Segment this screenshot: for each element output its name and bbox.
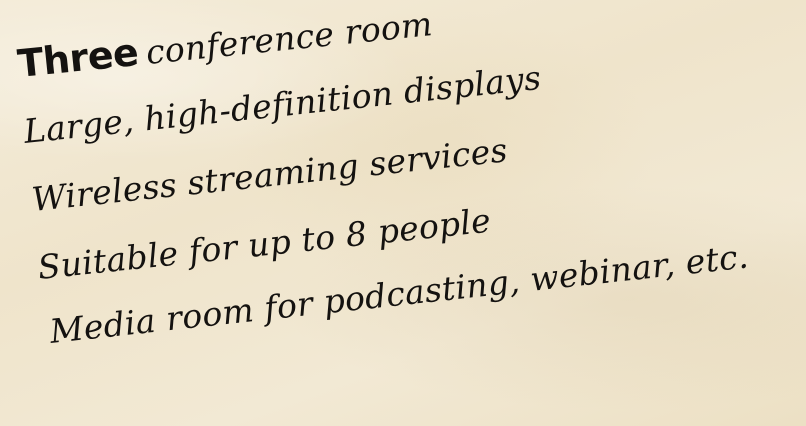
room-count: Three <box>15 30 141 86</box>
parchment-background: Three conference room Large, high-definit… <box>0 0 806 426</box>
feature-text: conference room <box>144 4 435 72</box>
feature-line-conference-rooms: Three conference room <box>16 0 435 86</box>
